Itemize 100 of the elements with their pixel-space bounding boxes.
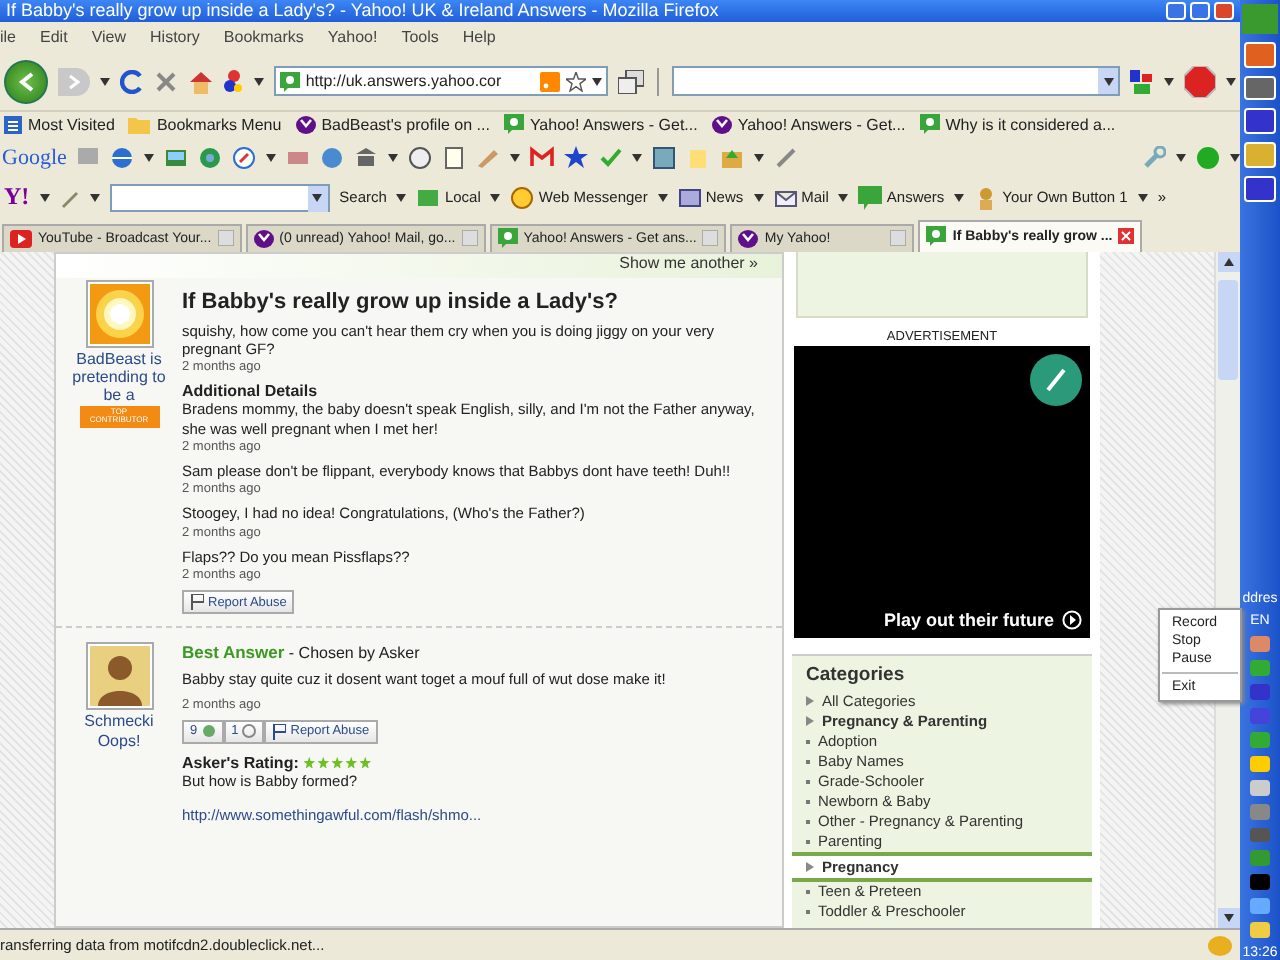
home-icon[interactable] — [187, 69, 214, 94]
reload-icon[interactable] — [119, 69, 144, 94]
play-icon — [1062, 609, 1082, 629]
username[interactable]: BadBeast is pretending to be a — [63, 349, 175, 405]
map-icon — [416, 185, 441, 210]
star-icon[interactable] — [566, 71, 587, 92]
caret-icon[interactable] — [954, 193, 965, 202]
yahoo-logo[interactable]: Y! — [4, 182, 30, 213]
caret-icon[interactable] — [632, 153, 643, 162]
search-field[interactable] — [109, 183, 330, 212]
google-icon[interactable] — [1130, 69, 1154, 94]
menu-item[interactable]: Yahoo! — [327, 28, 378, 47]
caret-icon[interactable] — [89, 193, 100, 202]
caret-icon[interactable] — [754, 153, 765, 162]
app-icon[interactable] — [1244, 142, 1276, 169]
menu-item[interactable]: History — [150, 28, 200, 47]
search-field[interactable] — [672, 66, 1120, 97]
caret-icon[interactable] — [396, 193, 407, 202]
arrow-icon — [806, 861, 814, 871]
caret-icon — [1223, 257, 1233, 265]
app-icon[interactable] — [1244, 75, 1276, 101]
picture-icon[interactable] — [164, 145, 189, 170]
windows-icon[interactable] — [618, 69, 645, 94]
scrollbar-thumb[interactable] — [1218, 279, 1238, 379]
building-icon[interactable] — [354, 145, 379, 170]
caret-icon[interactable] — [312, 194, 323, 203]
bookmark-item[interactable]: Why is it considered a... — [919, 114, 1116, 135]
bookmark-item[interactable]: Bookmarks Menu — [128, 115, 282, 134]
note-icon[interactable] — [442, 145, 467, 170]
star-icon[interactable] — [564, 145, 589, 170]
close-button[interactable] — [1214, 1, 1234, 20]
bookmark-item[interactable]: Yahoo! Answers - Get... — [711, 115, 906, 134]
caret-icon[interactable] — [490, 193, 501, 202]
caret-icon[interactable] — [1230, 153, 1240, 162]
caret-icon[interactable] — [388, 153, 399, 162]
caret-icon[interactable] — [1103, 77, 1113, 86]
globe-icon[interactable] — [110, 145, 135, 170]
pencil-icon[interactable] — [59, 187, 80, 208]
folder-icon — [128, 115, 151, 134]
yahoo-icon — [253, 229, 274, 247]
menu-item[interactable]: Tools — [401, 28, 439, 47]
user-status: Oops! — [95, 732, 143, 751]
status-icon[interactable] — [1196, 145, 1220, 170]
show-another-link[interactable]: Show me another » — [619, 253, 758, 277]
start-button[interactable] — [1242, 4, 1278, 34]
caret-icon[interactable] — [1176, 153, 1186, 162]
caret-icon[interactable] — [592, 77, 603, 86]
spellcheck-icon[interactable] — [598, 145, 623, 170]
caret-icon[interactable] — [39, 193, 50, 202]
caret-icon[interactable] — [838, 193, 849, 202]
bookmark-item[interactable]: Yahoo! Answers - Get... — [503, 114, 698, 135]
caret-icon[interactable] — [266, 153, 277, 162]
window-icon[interactable] — [652, 145, 677, 170]
caret-icon[interactable] — [1137, 193, 1148, 202]
smiley-icon — [510, 185, 535, 210]
maximize-button[interactable] — [1190, 1, 1210, 20]
caret-icon[interactable] — [1223, 914, 1233, 923]
username[interactable]: Schmecki — [63, 712, 175, 731]
google-logo[interactable]: Google — [2, 145, 67, 170]
stop-icon[interactable] — [153, 69, 178, 94]
menu-item[interactable]: ile — [0, 28, 17, 47]
app-icon[interactable] — [1244, 108, 1276, 135]
address-field[interactable]: http://uk.answers.yahoo.cor — [273, 66, 609, 97]
thumb-icon — [201, 724, 216, 738]
speech-bubble-icon — [497, 228, 518, 248]
menu-item[interactable]: Help — [462, 28, 496, 47]
caret-icon[interactable] — [510, 153, 521, 162]
shapes-icon[interactable] — [223, 69, 244, 94]
arrow-left-icon — [17, 71, 34, 92]
caret-icon[interactable] — [253, 77, 264, 86]
back-button[interactable] — [4, 59, 48, 104]
app-icon[interactable] — [1244, 176, 1276, 203]
menu-item[interactable]: Bookmarks — [223, 28, 304, 47]
upload-icon[interactable] — [720, 145, 745, 170]
bookmark-item[interactable]: BadBeast's profile on ... — [295, 115, 490, 134]
avatar-icon — [85, 642, 153, 711]
bookmark-item[interactable]: Most Visited — [4, 115, 115, 134]
pen-icon[interactable] — [774, 145, 799, 170]
ad-text[interactable]: Play out their future — [883, 609, 1082, 629]
caret-icon[interactable] — [1164, 77, 1174, 86]
caret-icon[interactable] — [99, 77, 110, 86]
flag-icon — [272, 723, 287, 739]
speech-bubble-icon — [279, 71, 300, 92]
app-icon[interactable] — [1244, 41, 1276, 68]
globe-icon[interactable] — [320, 145, 345, 170]
caret-icon[interactable] — [657, 193, 668, 202]
caret-icon[interactable] — [1226, 77, 1236, 86]
caret-icon[interactable] — [753, 193, 764, 202]
mail-icon[interactable] — [530, 145, 555, 170]
compass-icon[interactable] — [232, 145, 257, 170]
speech-bubble-icon — [919, 114, 940, 135]
yahoo-icon — [295, 115, 316, 134]
menu-item[interactable]: Edit — [40, 28, 68, 47]
advertisement[interactable]: Play out their future — [794, 345, 1090, 637]
menu-item[interactable]: View — [91, 28, 127, 47]
globe-icon[interactable] — [198, 145, 223, 170]
caret-icon[interactable] — [144, 153, 155, 162]
details-heading: Additional Details — [182, 382, 320, 401]
minimize-button[interactable] — [1166, 1, 1186, 20]
stop-sign-icon[interactable] — [1184, 65, 1216, 98]
